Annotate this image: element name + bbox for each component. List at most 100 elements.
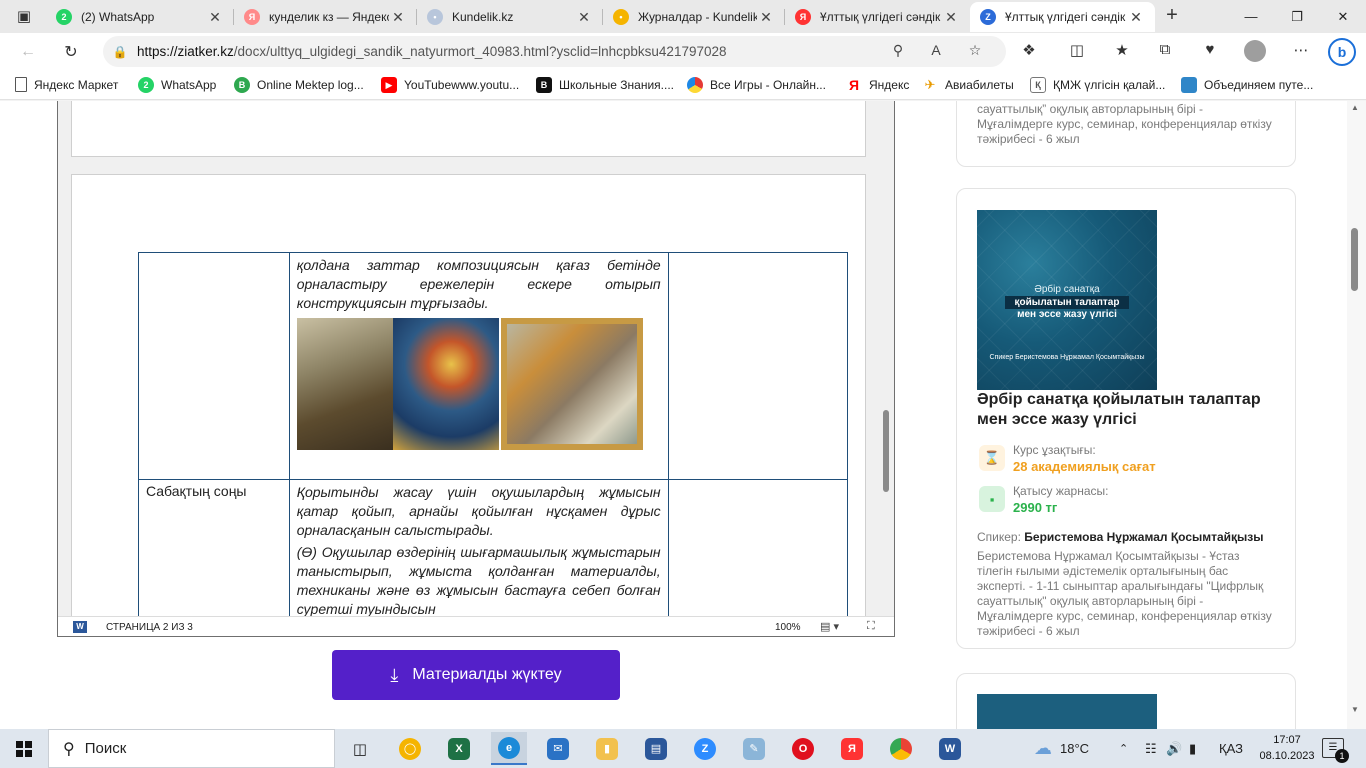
bookmark-yandex-market[interactable]: Яндекс Маркет <box>15 77 118 92</box>
page-scrollbar[interactable]: ▲ ▼ <box>1347 101 1366 729</box>
document-app-icon[interactable]: ▤ <box>638 732 674 765</box>
scroll-down-icon[interactable]: ▼ <box>1349 705 1361 714</box>
page-content: қолдана заттар композициясын қағаз бетін… <box>0 101 1366 729</box>
course-cover-image[interactable] <box>977 694 1157 729</box>
edge-icon[interactable]: e <box>491 732 527 765</box>
mail-icon[interactable]: ✉ <box>540 732 576 765</box>
tab-kundelik[interactable]: • Kundelik.kz ✕ <box>417 2 603 32</box>
battery-icon[interactable]: ▮ <box>1189 729 1196 768</box>
scroll-thumb[interactable] <box>1351 228 1358 291</box>
file-explorer-icon[interactable]: ▮ <box>589 732 625 765</box>
favorites-icon[interactable]: ★ <box>1110 41 1134 59</box>
bookmark-games[interactable]: Все Игры - Онлайн... <box>687 77 826 93</box>
opera-icon[interactable]: O <box>785 732 821 765</box>
close-window-button[interactable]: ✕ <box>1320 0 1366 33</box>
tray-chevron-icon[interactable]: ⌃ <box>1119 729 1128 768</box>
download-material-button[interactable]: ⤓ Материалды жүктеу <box>332 650 620 700</box>
performance-icon[interactable]: ♥ <box>1198 41 1222 58</box>
view-mode-icon[interactable]: ▤ ▾ <box>820 620 839 633</box>
zoom-level[interactable]: 100% <box>775 622 801 633</box>
notifications-icon[interactable]: ☰ 1 <box>1322 738 1349 763</box>
tab-title: Ұлттық үлгідегі сәндік <box>820 10 941 24</box>
course-title[interactable]: Әрбір санатқа қойылатын талаптар мен эсс… <box>977 390 1277 430</box>
wallet-icon: ▪ <box>979 486 1005 512</box>
back-button[interactable]: ← <box>14 39 42 65</box>
close-tab-icon[interactable]: ✕ <box>1127 9 1145 26</box>
tab-yandex-search[interactable]: Я кунделик кз — Яндекс ✕ <box>234 2 417 32</box>
zoom-icon[interactable]: Z <box>687 732 723 765</box>
read-aloud-icon[interactable]: A <box>925 42 947 58</box>
course-duration: ⌛ Курс ұзақтығы: 28 академиялық сағат <box>979 443 1156 474</box>
fullscreen-icon[interactable]: ⛶ <box>867 620 875 633</box>
whatsapp-icon: 2 <box>56 9 72 25</box>
word-icon[interactable]: W <box>932 732 968 765</box>
document-scroll-thumb[interactable] <box>883 410 889 492</box>
close-tab-icon[interactable]: ✕ <box>206 9 224 26</box>
favorite-star-icon[interactable]: ☆ <box>964 42 986 59</box>
yandex-icon: Я <box>244 9 260 25</box>
scroll-up-icon[interactable]: ▲ <box>1349 103 1361 112</box>
bookmark-online-mektep[interactable]: B Online Mektep log... <box>234 77 364 93</box>
table-cell-text: (Ө) Оқушылар өздерінің шығармашылық жұмы… <box>296 544 661 617</box>
refresh-button[interactable]: ↻ <box>57 39 85 65</box>
close-tab-icon[interactable]: ✕ <box>942 9 960 26</box>
bookmark-youtube[interactable]: ▶ YouTubewww.youtu... <box>381 77 519 93</box>
lock-icon: 🔒 <box>112 44 128 59</box>
profile-avatar[interactable] <box>1244 40 1266 62</box>
bookmark-aviabilety[interactable]: ✈ Авиабилеты <box>922 77 1014 93</box>
tab-whatsapp[interactable]: 2 (2) WhatsApp ✕ <box>46 2 234 32</box>
bookmark-whatsapp[interactable]: 2 WhatsApp <box>138 77 216 93</box>
extensions-icon[interactable]: ❖ <box>1017 41 1041 59</box>
weather-widget[interactable]: ☁ 18°C <box>1034 729 1089 768</box>
tab-title: (2) WhatsApp <box>81 10 155 24</box>
kmzh-icon: Қ <box>1030 77 1046 93</box>
key-icon[interactable]: ⚲ <box>887 42 909 59</box>
bookmark-kmzh[interactable]: Қ ҚМЖ үлгісін қалай... <box>1030 77 1165 93</box>
tab-actions-icon[interactable]: ▣ <box>8 4 40 28</box>
document-viewer[interactable]: қолдана заттар композициясын қағаз бетін… <box>57 101 895 637</box>
chrome-icon[interactable] <box>883 732 919 765</box>
volume-icon[interactable]: 🔊 <box>1166 729 1182 768</box>
bookmark-yandex[interactable]: Я Яндекс <box>846 77 909 93</box>
page-indicator: СТРАНИЦА 2 ИЗ 3 <box>106 622 193 633</box>
tab-ulttyq-yandex[interactable]: Я Ұлттық үлгідегі сәндік ✕ <box>785 2 970 32</box>
split-screen-icon[interactable]: ◫ <box>1065 41 1089 59</box>
task-view-icon[interactable]: ◫ <box>342 732 378 765</box>
language-indicator[interactable]: ҚАЗ <box>1219 729 1243 768</box>
start-button[interactable] <box>0 729 48 768</box>
youtube-icon: ▶ <box>381 77 397 93</box>
restore-button[interactable]: ❐ <box>1274 0 1320 33</box>
bookmark-znania[interactable]: B Школьные Знания.... <box>536 77 674 93</box>
course-cover-image[interactable]: Әрбір санатқа қойылатын талаптар мен эсс… <box>977 210 1157 390</box>
document-icon <box>15 77 27 92</box>
bookmark-obedinyaem[interactable]: Объединяем путе... <box>1181 77 1313 93</box>
close-tab-icon[interactable]: ✕ <box>575 9 593 26</box>
still-life-images <box>296 318 661 450</box>
yandex-icon: Я <box>795 9 811 25</box>
course-card[interactable]: Әрбір санатқа қойылатын талаптар мен эсс… <box>956 188 1296 649</box>
clock[interactable]: 17:07 08.10.2023 <box>1259 732 1315 764</box>
excel-icon[interactable]: X <box>441 732 477 765</box>
table-row: қолдана заттар композициясын қағаз бетін… <box>138 252 849 480</box>
painting-image <box>500 318 643 450</box>
tab-journals[interactable]: • Журналдар - Kundelik ✕ <box>603 2 785 32</box>
yandex-browser-icon[interactable]: ◯ <box>392 732 428 765</box>
more-menu-icon[interactable]: ⋯ <box>1289 41 1313 59</box>
paint-icon[interactable]: ✎ <box>736 732 772 765</box>
wifi-icon[interactable]: ☷ <box>1145 729 1157 768</box>
document-page-2: қолдана заттар композициясын қағаз бетін… <box>71 174 866 634</box>
taskbar-search[interactable]: ⚲ Поиск <box>48 729 335 768</box>
yandex-icon: Я <box>848 77 860 93</box>
yandex-icon[interactable]: Я <box>834 732 870 765</box>
course-card-next[interactable] <box>956 673 1296 729</box>
address-bar[interactable]: 🔒 https://ziatker.kz/docx/ulttyq_ulgideg… <box>103 36 1006 67</box>
new-tab-button[interactable]: + <box>1160 5 1184 27</box>
tab-ulttyq-active[interactable]: Z Ұлттық үлгідегі сәндік ✕ <box>970 2 1155 32</box>
close-tab-icon[interactable]: ✕ <box>757 9 775 26</box>
minimize-button[interactable]: — <box>1228 0 1274 33</box>
copilot-icon[interactable]: b <box>1328 38 1356 66</box>
collections-icon[interactable]: ⧉ <box>1153 41 1177 58</box>
course-card-partial[interactable]: сауаттылық” оқулық авторларының бірі - М… <box>956 101 1296 167</box>
browser-toolbar: ← ↻ 🔒 https://ziatker.kz/docx/ulttyq_ulg… <box>0 33 1366 70</box>
close-tab-icon[interactable]: ✕ <box>389 9 407 26</box>
